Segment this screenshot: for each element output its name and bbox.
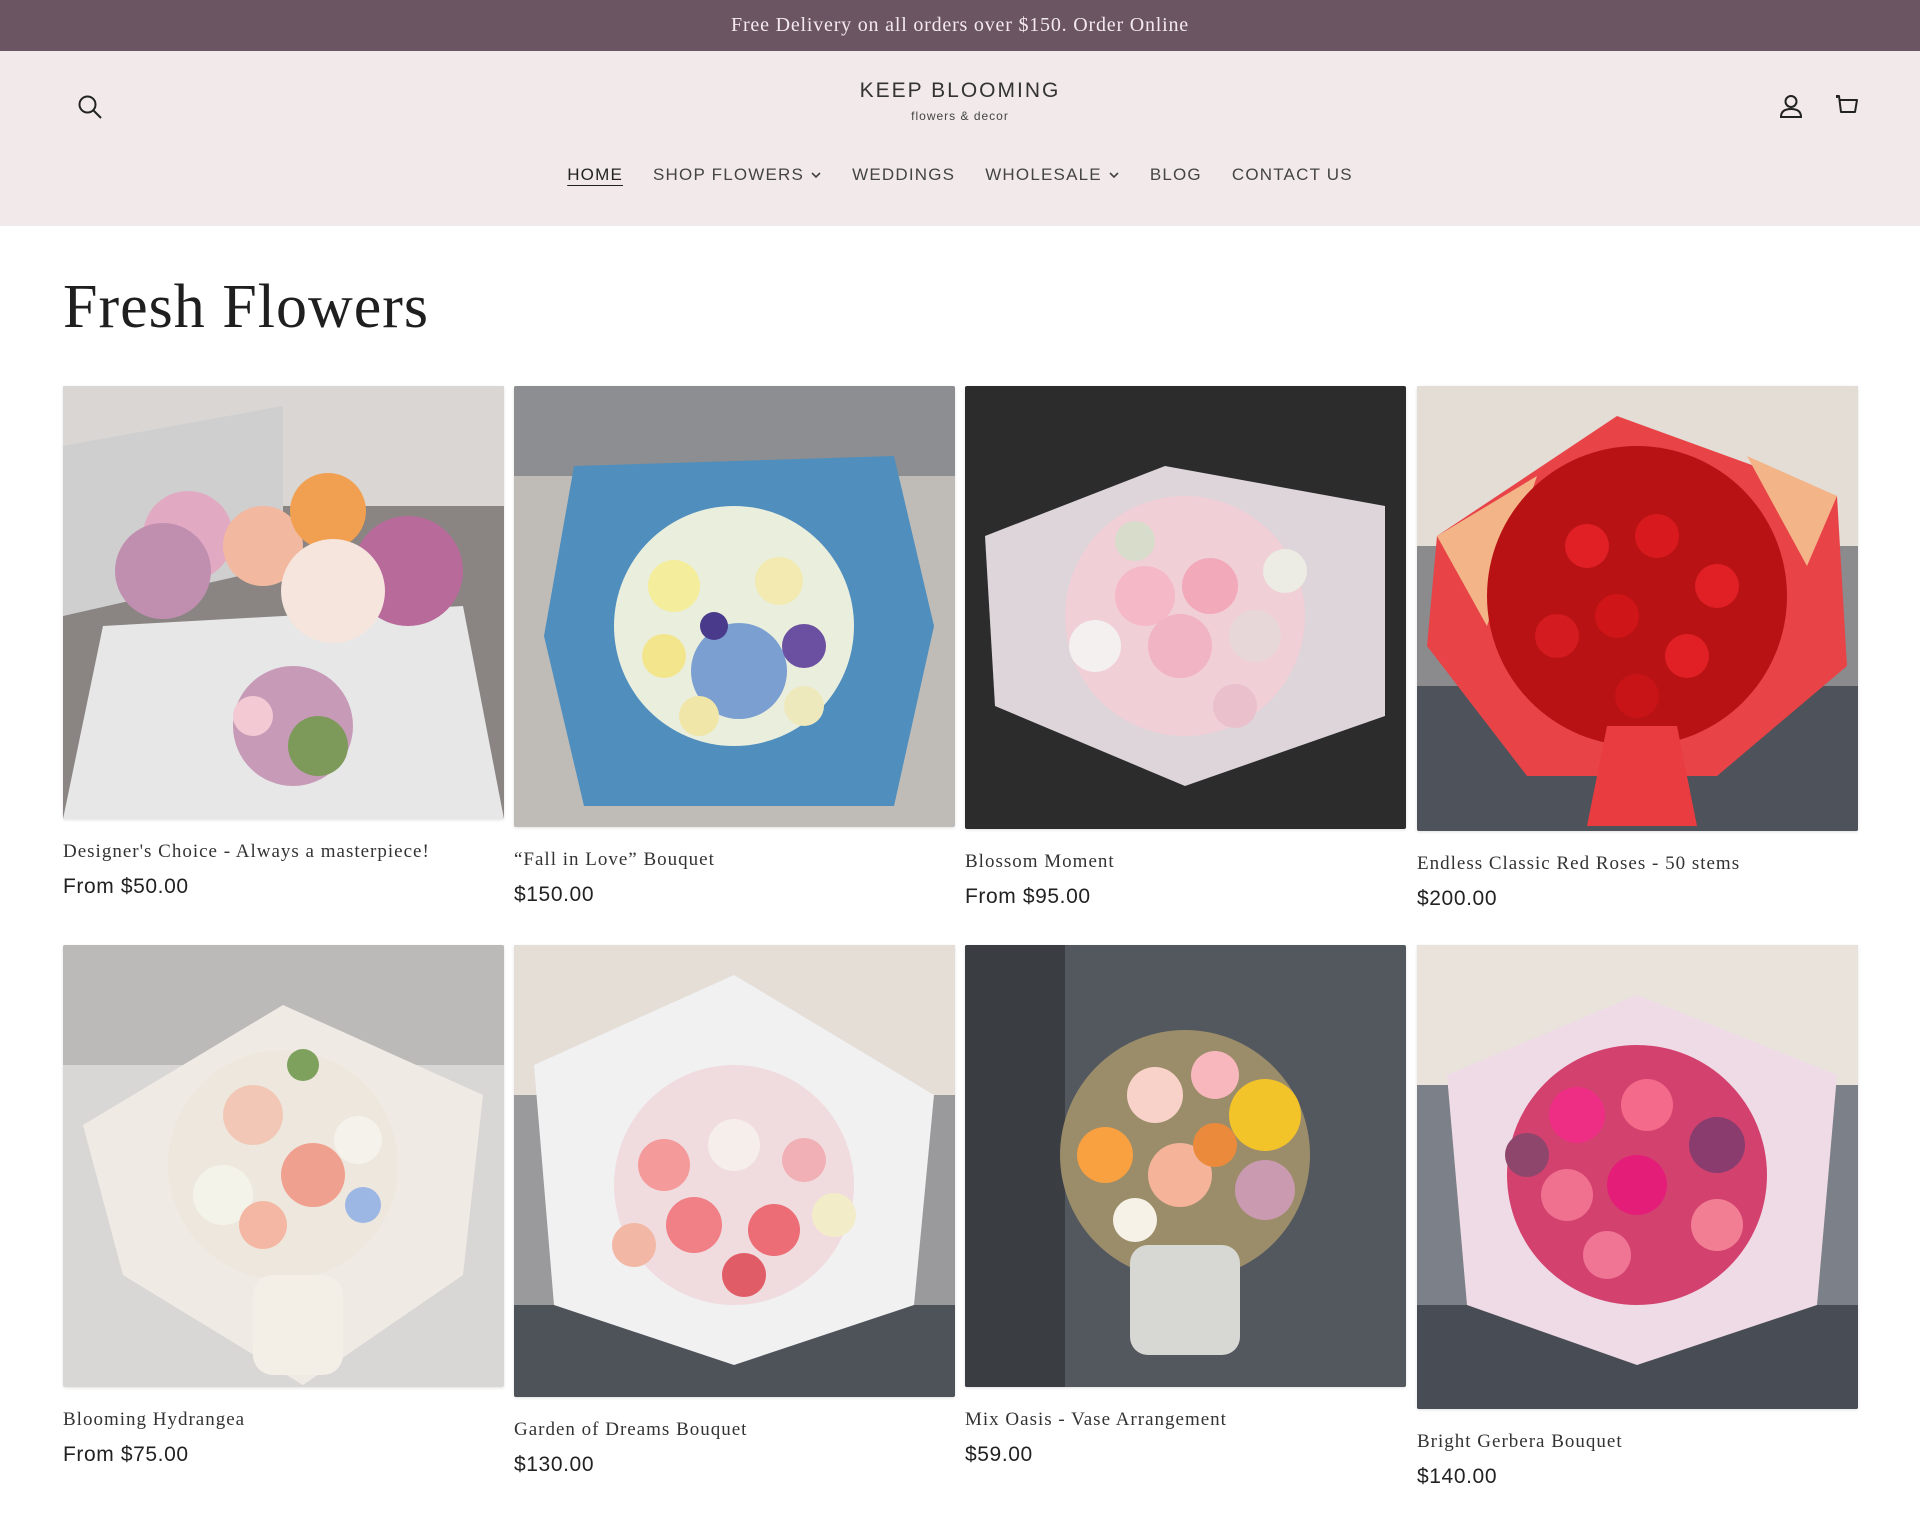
product-price: From $75.00 xyxy=(63,1443,189,1466)
account-button[interactable] xyxy=(1774,89,1808,123)
nav-home[interactable]: HOME xyxy=(567,161,623,189)
product-card[interactable]: Mix Oasis - Vase Arrangement $59.00 xyxy=(965,945,1406,1467)
product-image[interactable] xyxy=(965,945,1406,1387)
product-card[interactable]: Bright Gerbera Bouquet $140.00 xyxy=(1417,945,1858,1489)
nav-weddings[interactable]: WEDDINGS xyxy=(852,161,955,189)
announcement-bar[interactable]: Free Delivery on all orders over $150. O… xyxy=(0,0,1920,51)
cart-button[interactable] xyxy=(1829,89,1863,123)
product-card[interactable]: Blooming Hydrangea From $75.00 xyxy=(63,945,504,1467)
logo-tagline: flowers & decor xyxy=(911,109,1009,123)
product-card[interactable]: Designer's Choice - Always a masterpiece… xyxy=(63,386,504,899)
search-icon xyxy=(78,95,102,119)
product-image[interactable] xyxy=(63,945,504,1387)
product-price: $150.00 xyxy=(514,883,595,906)
product-price: $140.00 xyxy=(1417,1465,1498,1488)
nav-shop-flowers[interactable]: SHOP FLOWERS xyxy=(653,161,822,189)
chevron-down-icon xyxy=(1108,169,1120,181)
product-card[interactable]: “Fall in Love” Bouquet $150.00 xyxy=(514,386,955,907)
product-title[interactable]: “Fall in Love” Bouquet xyxy=(514,849,955,871)
nav-label: WEDDINGS xyxy=(852,165,956,184)
product-image[interactable] xyxy=(965,386,1406,829)
product-image[interactable] xyxy=(514,945,955,1397)
product-title[interactable]: Bright Gerbera Bouquet xyxy=(1417,1431,1858,1453)
page-title: Fresh Flowers xyxy=(63,273,430,341)
product-image[interactable] xyxy=(1417,945,1858,1409)
nav-blog[interactable]: BLOG xyxy=(1150,161,1202,189)
nav-label: HOME xyxy=(567,165,624,184)
nav-wholesale[interactable]: WHOLESALE xyxy=(985,161,1120,189)
main-nav: HOME SHOP FLOWERS WEDDINGS WHOLESALE BLO… xyxy=(0,161,1920,189)
nav-label: WHOLESALE xyxy=(985,165,1102,184)
chevron-down-icon xyxy=(810,169,822,181)
site-logo[interactable]: KEEP BLOOMING flowers & decor xyxy=(810,79,1110,123)
product-price: $59.00 xyxy=(965,1443,1033,1466)
product-price: From $50.00 xyxy=(63,875,189,898)
product-price: From $95.00 xyxy=(965,885,1091,908)
nav-label: CONTACT US xyxy=(1231,165,1353,184)
product-image[interactable] xyxy=(1417,386,1858,831)
product-image[interactable] xyxy=(514,386,955,827)
cart-icon xyxy=(1836,95,1858,113)
product-title[interactable]: Mix Oasis - Vase Arrangement xyxy=(965,1409,1406,1431)
nav-label: BLOG xyxy=(1149,165,1202,184)
product-price: $130.00 xyxy=(514,1453,595,1476)
product-title[interactable]: Designer's Choice - Always a masterpiece… xyxy=(63,841,504,863)
product-card[interactable]: Garden of Dreams Bouquet $130.00 xyxy=(514,945,955,1477)
product-title[interactable]: Garden of Dreams Bouquet xyxy=(514,1419,955,1441)
product-card[interactable]: Endless Classic Red Roses - 50 stems $20… xyxy=(1417,386,1858,911)
nav-contact-us[interactable]: CONTACT US xyxy=(1232,161,1353,189)
product-price: $200.00 xyxy=(1417,887,1498,910)
product-title[interactable]: Blossom Moment xyxy=(965,851,1406,873)
product-title[interactable]: Endless Classic Red Roses - 50 stems xyxy=(1417,853,1858,875)
nav-label: SHOP FLOWERS xyxy=(653,165,805,184)
site-header: KEEP BLOOMING flowers & decor HOME SHOP … xyxy=(0,51,1920,226)
product-title[interactable]: Blooming Hydrangea xyxy=(63,1409,504,1431)
search-button[interactable] xyxy=(74,91,106,123)
product-card[interactable]: Blossom Moment From $95.00 xyxy=(965,386,1406,909)
user-icon xyxy=(1779,95,1803,118)
product-image[interactable] xyxy=(63,386,504,819)
logo-name: KEEP BLOOMING xyxy=(859,79,1061,102)
